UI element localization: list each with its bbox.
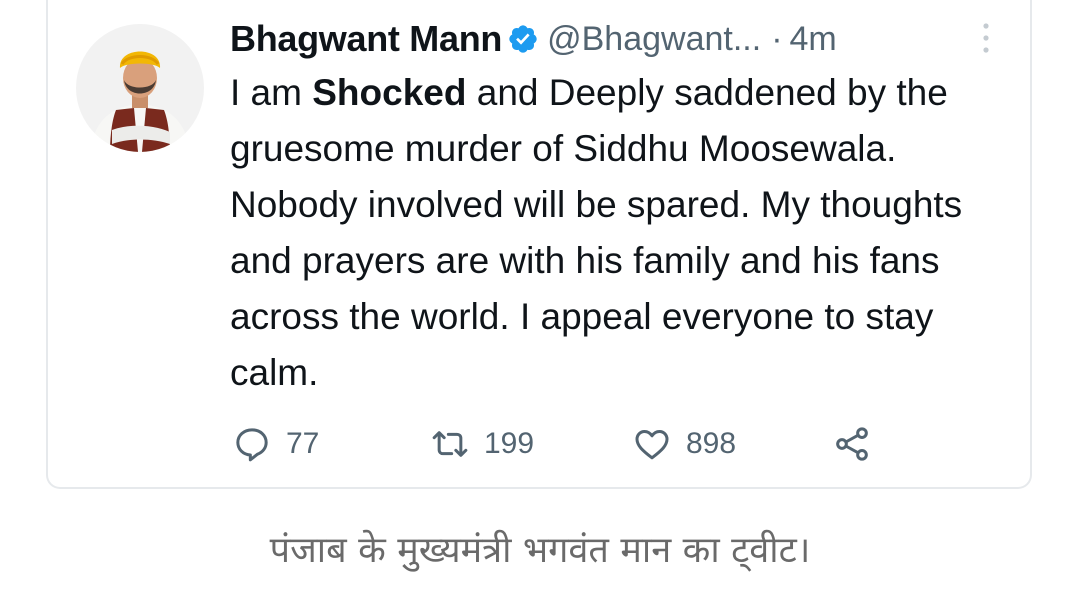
like-button[interactable]: 898 bbox=[632, 422, 736, 466]
share-icon bbox=[836, 427, 868, 461]
author-handle[interactable]: @Bhagwant... bbox=[547, 20, 761, 59]
reply-icon bbox=[236, 428, 268, 462]
share-button[interactable] bbox=[832, 422, 872, 466]
reply-button[interactable]: 77 bbox=[232, 422, 319, 466]
author-name[interactable]: Bhagwant Mann bbox=[230, 18, 502, 60]
tweet-text-bold: Shocked bbox=[312, 72, 467, 113]
tweet-timestamp[interactable]: 4m bbox=[790, 20, 837, 59]
tweet-card[interactable]: Bhagwant Mann @Bhagwant... · 4m I am Sho… bbox=[46, 0, 1032, 489]
heart-icon bbox=[635, 430, 669, 460]
tweet-text-part2: and Deeply saddened by the gruesome murd… bbox=[230, 72, 963, 393]
image-caption: पंजाब के मुख्यमंत्री भगवंत मान का ट्वीट। bbox=[269, 530, 811, 571]
retweet-count: 199 bbox=[484, 427, 535, 460]
tweet-header: Bhagwant Mann @Bhagwant... · 4m bbox=[230, 14, 837, 64]
verified-badge-icon bbox=[507, 23, 539, 55]
separator-dot: · bbox=[771, 19, 783, 58]
tweet-text-part1: I am bbox=[230, 72, 313, 113]
retweet-icon bbox=[432, 431, 468, 457]
like-count: 898 bbox=[686, 427, 737, 460]
tweet-text: I am Shocked and Deeply saddened by the … bbox=[230, 65, 990, 401]
reply-count: 77 bbox=[286, 427, 320, 460]
more-options-icon[interactable] bbox=[976, 20, 996, 56]
avatar[interactable] bbox=[76, 24, 204, 152]
retweet-button[interactable]: 199 bbox=[430, 422, 534, 466]
profile-photo-icon bbox=[76, 24, 204, 152]
